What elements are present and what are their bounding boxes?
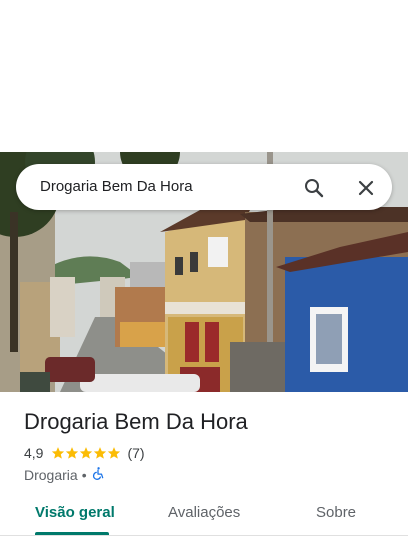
place-title: Drogaria Bem Da Hora	[24, 409, 248, 434]
search-bar[interactable]: Drogaria Bem Da Hora	[16, 164, 392, 210]
star-icon	[108, 447, 121, 459]
review-count[interactable]: (7)	[127, 445, 144, 461]
tab-overview[interactable]: Visão geral	[35, 504, 115, 521]
star-icon	[52, 447, 65, 459]
rating-row[interactable]: 4,9 (7)	[24, 444, 145, 462]
place-category: Drogaria	[24, 466, 78, 483]
wheelchair-accessible-icon	[91, 465, 105, 484]
separator-dot: •	[81, 466, 87, 483]
star-icon	[94, 447, 107, 459]
star-icon	[66, 447, 79, 459]
map-blank-area	[0, 0, 408, 152]
tab-about[interactable]: Sobre	[316, 504, 356, 521]
star-rating	[51, 446, 121, 460]
tabs-divider	[0, 535, 408, 536]
close-icon[interactable]	[354, 176, 378, 200]
search-icon[interactable]	[302, 176, 326, 200]
tab-reviews[interactable]: Avaliações	[168, 504, 240, 521]
rating-value: 4,9	[24, 445, 44, 461]
category-row: Drogaria •	[24, 465, 105, 484]
place-tabs: Visão geral Avaliações Sobre	[0, 496, 408, 536]
star-icon	[80, 447, 93, 459]
search-query-text[interactable]: Drogaria Bem Da Hora	[40, 178, 193, 195]
